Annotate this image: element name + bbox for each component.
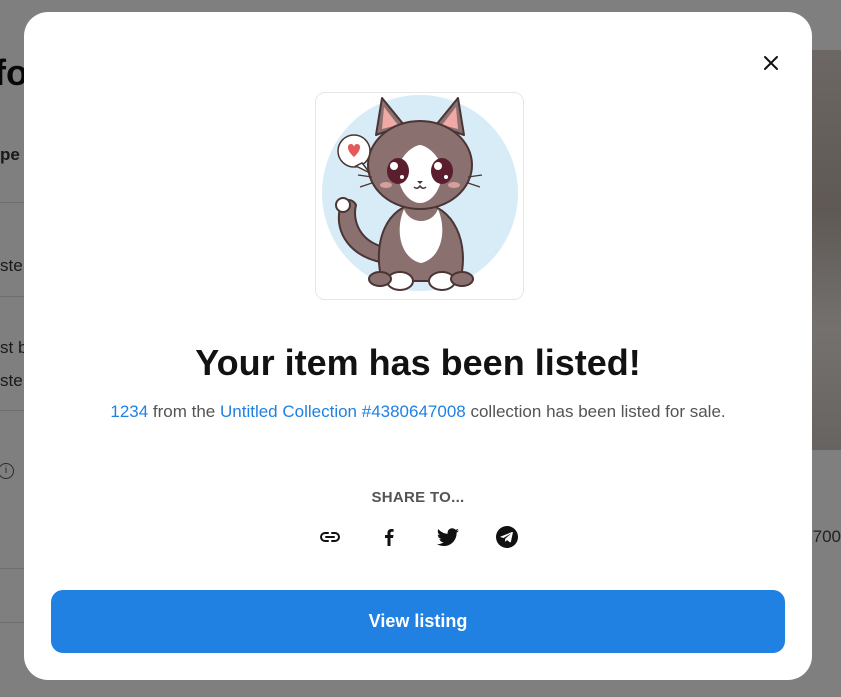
share-label: SHARE TO... bbox=[371, 489, 465, 506]
item-image bbox=[315, 92, 524, 300]
link-icon bbox=[319, 532, 340, 542]
share-facebook-button[interactable] bbox=[374, 522, 404, 552]
modal-title: Your item has been listed! bbox=[195, 342, 641, 383]
description-text: collection has been listed for sale. bbox=[465, 402, 726, 421]
close-icon bbox=[764, 56, 778, 70]
listing-success-modal: Your item has been listed! 1234 from the… bbox=[24, 12, 812, 680]
view-listing-button[interactable]: View listing bbox=[51, 590, 785, 653]
telegram-icon bbox=[495, 526, 518, 548]
share-telegram-button[interactable] bbox=[492, 522, 522, 552]
share-twitter-button[interactable] bbox=[433, 522, 463, 552]
facebook-icon bbox=[384, 529, 394, 546]
share-icons bbox=[24, 522, 812, 552]
close-button[interactable] bbox=[756, 48, 786, 78]
copy-link-button[interactable] bbox=[315, 522, 345, 552]
collection-link[interactable]: Untitled Collection #4380647008 bbox=[220, 402, 466, 421]
kitten-illustration bbox=[322, 95, 518, 291]
listing-description: 1234 from the Untitled Collection #43806… bbox=[84, 398, 752, 425]
description-text: from the bbox=[148, 402, 220, 421]
item-link[interactable]: 1234 bbox=[110, 402, 148, 421]
twitter-icon bbox=[436, 528, 459, 546]
